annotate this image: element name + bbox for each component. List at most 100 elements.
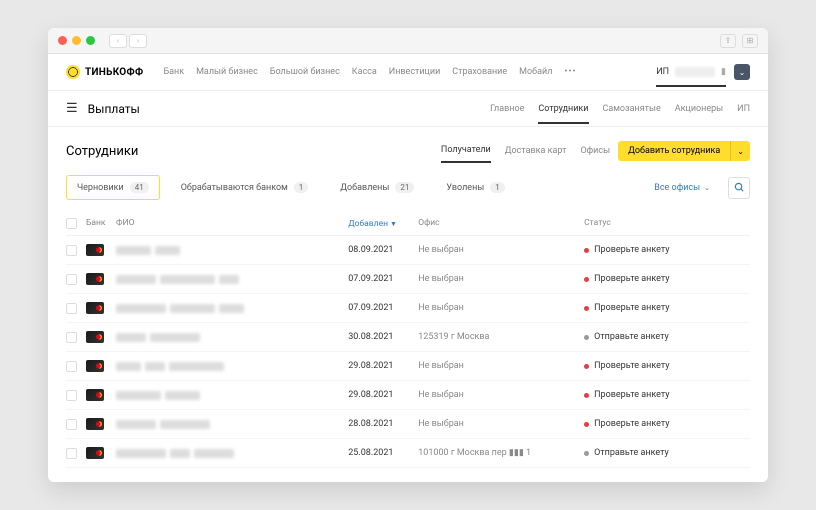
row-office: Не выбран (418, 303, 584, 313)
table-row[interactable]: 07.09.2021Не выбранПроверьте анкету (66, 294, 750, 323)
row-office: Не выбран (418, 274, 584, 284)
row-checkbox[interactable] (66, 303, 77, 314)
bank-card-icon (86, 244, 104, 256)
topnav-item[interactable]: Малый бизнес (196, 67, 258, 77)
fio-redacted (116, 391, 348, 400)
page-title: Выплаты (88, 102, 140, 116)
row-date: 08.09.2021 (348, 245, 418, 255)
user-prefix: ИП (656, 67, 669, 77)
nav-back[interactable]: ‹ (109, 34, 127, 48)
add-employee-dropdown[interactable]: ⌄ (730, 141, 750, 161)
subnav-item[interactable]: Главное (490, 104, 524, 114)
user-avatar[interactable]: ⌄ (734, 64, 750, 80)
row-status: Проверьте анкету (584, 303, 750, 313)
app-window: ‹ › ⇪ ⊞ ТИНЬКОФФ Банк Малый бизнес Большой… (48, 28, 768, 482)
subnav-item[interactable]: ИП (737, 104, 750, 114)
topnav-item[interactable]: Инвестиции (389, 67, 441, 77)
table-row[interactable]: 29.08.2021Не выбранПроверьте анкету (66, 381, 750, 410)
subnav-item[interactable]: Самозанятые (603, 104, 661, 114)
row-status: Проверьте анкету (584, 390, 750, 400)
topnav-item[interactable]: Банк (163, 67, 184, 77)
row-checkbox[interactable] (66, 419, 77, 430)
section-tab[interactable]: Офисы (580, 146, 610, 156)
employees-table: Банк ФИО Добавлен▼ Офис Статус 08.09.202… (66, 212, 750, 468)
col-date[interactable]: Добавлен▼ (348, 218, 418, 229)
row-office: Не выбран (418, 245, 584, 255)
subnav-item[interactable]: Акционеры (675, 104, 723, 114)
row-date: 29.08.2021 (348, 361, 418, 371)
table-row[interactable]: 08.09.2021Не выбранПроверьте анкету (66, 236, 750, 265)
filter-tab[interactable]: Черновики41 (66, 175, 160, 200)
topnav-item[interactable]: Большой бизнес (270, 67, 340, 77)
status-dot-icon (584, 393, 589, 398)
subnav-item[interactable]: Сотрудники (538, 104, 588, 124)
status-dot-icon (584, 306, 589, 311)
row-checkbox[interactable] (66, 245, 77, 256)
topnav-more[interactable]: ••• (564, 67, 576, 77)
brand-name: ТИНЬКОФФ (85, 67, 143, 78)
bank-card-icon (86, 360, 104, 372)
fio-redacted (116, 362, 348, 371)
row-date: 25.08.2021 (348, 448, 418, 458)
filter-count: 1 (490, 182, 505, 193)
row-checkbox[interactable] (66, 274, 77, 285)
fio-redacted (116, 420, 348, 429)
row-office: 101000 г Москва пер ▮▮▮ 1 (418, 448, 584, 458)
logo-icon (66, 65, 80, 79)
add-employee-button[interactable]: Добавить сотрудника (618, 141, 730, 161)
row-status: Отправьте анкету (584, 332, 750, 342)
fio-redacted (116, 449, 348, 458)
col-status[interactable]: Статус (584, 218, 750, 229)
bank-card-icon (86, 418, 104, 430)
user-badge-icon: ▮ (721, 67, 726, 77)
menu-icon[interactable]: ☰ (66, 101, 78, 116)
section-header: Сотрудники ПолучателиДоставка картОфисы … (66, 141, 750, 161)
filter-tab[interactable]: Уволены1 (435, 175, 515, 200)
row-status: Отправьте анкету (584, 448, 750, 458)
office-selector[interactable]: Все офисы ⌄ (654, 183, 710, 193)
col-fio[interactable]: ФИО (116, 218, 348, 229)
bank-card-icon (86, 447, 104, 459)
fio-redacted (116, 275, 348, 284)
add-employee-split-button: Добавить сотрудника ⌄ (618, 141, 750, 161)
col-office[interactable]: Офис (418, 218, 584, 229)
row-office: Не выбран (418, 390, 584, 400)
close-dot[interactable] (58, 36, 67, 45)
filter-tab[interactable]: Добавлены21 (329, 175, 425, 200)
search-button[interactable] (728, 177, 750, 199)
table-row[interactable]: 30.08.2021125319 г МоскваОтправьте анкет… (66, 323, 750, 352)
status-dot-icon (584, 277, 589, 282)
row-office: Не выбран (418, 361, 584, 371)
table-row[interactable]: 29.08.2021Не выбранПроверьте анкету (66, 352, 750, 381)
col-bank[interactable]: Банк (86, 218, 116, 229)
maximize-dot[interactable] (86, 36, 95, 45)
topnav-item[interactable]: Мобайл (519, 67, 552, 77)
bank-card-icon (86, 389, 104, 401)
topnav-item[interactable]: Касса (352, 67, 377, 77)
bank-card-icon (86, 302, 104, 314)
filter-tab[interactable]: Обрабатываются банком1 (170, 175, 320, 200)
share-icon[interactable]: ⇪ (720, 34, 736, 48)
row-checkbox[interactable] (66, 361, 77, 372)
brand-logo[interactable]: ТИНЬКОФФ (66, 65, 143, 79)
content: Сотрудники ПолучателиДоставка картОфисы … (48, 127, 768, 482)
filter-bar: Черновики41 Обрабатываются банком1 Добавле… (66, 175, 750, 200)
minimize-dot[interactable] (72, 36, 81, 45)
user-area[interactable]: ИП ▮ ⌄ (656, 64, 750, 80)
tabs-icon[interactable]: ⊞ (742, 34, 758, 48)
nav-forward[interactable]: › (129, 34, 147, 48)
row-checkbox[interactable] (66, 332, 77, 343)
window-controls (58, 36, 95, 45)
select-all-checkbox[interactable] (66, 218, 77, 229)
row-checkbox[interactable] (66, 448, 77, 459)
bank-card-icon (86, 331, 104, 343)
table-row[interactable]: 25.08.2021101000 г Москва пер ▮▮▮ 1Отпра… (66, 439, 750, 468)
table-row[interactable]: 28.08.2021Не выбранПроверьте анкету (66, 410, 750, 439)
row-office: 125319 г Москва (418, 332, 584, 342)
section-tab[interactable]: Доставка карт (505, 146, 567, 156)
row-checkbox[interactable] (66, 390, 77, 401)
fio-redacted (116, 304, 348, 313)
topnav-item[interactable]: Страхование (452, 67, 507, 77)
section-tab[interactable]: Получатели (441, 145, 491, 163)
table-row[interactable]: 07.09.2021Не выбранПроверьте анкету (66, 265, 750, 294)
